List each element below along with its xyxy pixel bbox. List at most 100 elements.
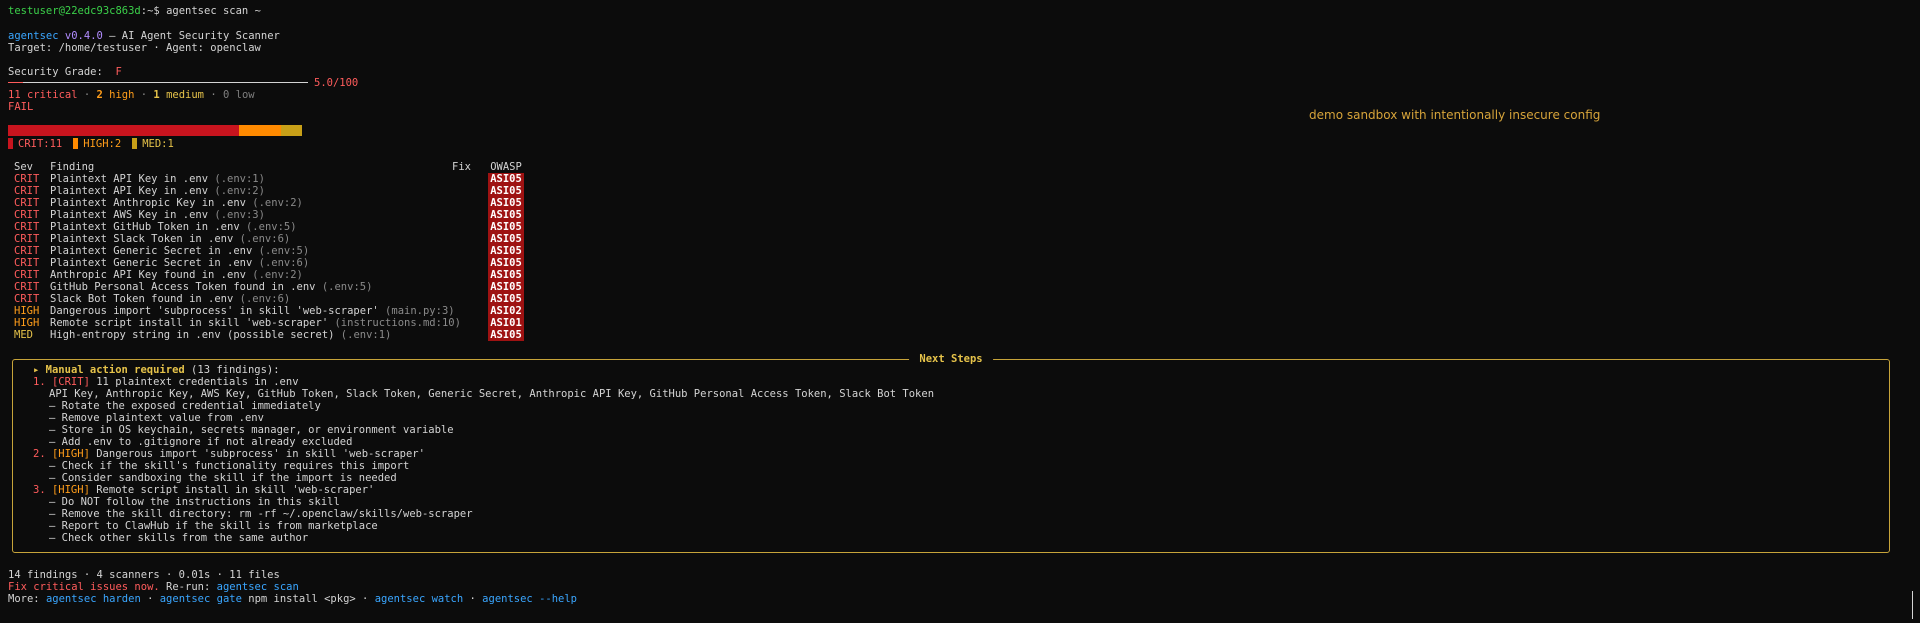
owasp-badge: ASI05	[488, 245, 524, 257]
owasp-badge: ASI01	[488, 317, 524, 329]
step-severity-tag: [HIGH]	[51, 484, 90, 496]
cmd-help-flag: --help	[532, 593, 578, 605]
next-steps-panel: Next Steps ▸ Manual action required (13 …	[12, 353, 1890, 553]
finding-title: Plaintext Generic Secret in .env (.env:5…	[50, 245, 309, 257]
severity-counts: 11 critical · 2 high · 1 medium · 0 low	[8, 89, 255, 101]
step-heading: 1. [CRIT] 11 plaintext credentials in .e…	[33, 376, 934, 388]
finding-location: (main.py:3)	[378, 305, 455, 317]
owasp-badge: ASI05	[488, 185, 524, 197]
severity-legend: CRIT:11 HIGH:2 MED:1	[8, 138, 185, 150]
finding-severity: CRIT	[14, 233, 40, 245]
finding-title: Plaintext GitHub Token in .env (.env:5)	[50, 221, 297, 233]
finding-location: (.env:6)	[233, 233, 291, 245]
legend-swatch	[8, 138, 13, 149]
finding-text: Plaintext Slack Token in .env	[50, 233, 234, 245]
step-heading: 2. [HIGH] Dangerous import 'subprocess' …	[33, 448, 934, 460]
finding-severity: CRIT	[14, 197, 40, 209]
step-detail: – Remove the skill directory: rm -rf ~/.…	[49, 508, 473, 520]
cmd-harden: agentsec harden	[45, 593, 141, 605]
more-commands: More: agentsec harden · agentsec gate np…	[8, 593, 578, 605]
step-number: 2.	[33, 448, 52, 460]
count-high-label: high	[102, 89, 135, 101]
step-title: 11 plaintext credentials in .env	[89, 376, 299, 388]
prompt-command: agentsec scan ~	[166, 5, 261, 17]
finding-text: Plaintext Generic Secret in .env	[50, 257, 253, 269]
rerun-hint: Fix critical issues now. Re-run: agentse…	[8, 581, 299, 593]
step-title: Dangerous import 'subprocess' in skill '…	[89, 448, 425, 460]
step-number: 3.	[33, 484, 52, 496]
scanner-title: agentsec v0.4.0 — AI Agent Security Scan…	[8, 30, 280, 42]
owasp-badge: ASI05	[488, 257, 524, 269]
owasp-badge: ASI02	[488, 305, 524, 317]
owasp-badge: ASI05	[488, 293, 524, 305]
tool-version: v0.4.0	[64, 30, 103, 42]
step-heading: 3. [HIGH] Remote script install in skill…	[33, 484, 934, 496]
finding-severity: CRIT	[14, 269, 40, 281]
finding-text: Dangerous import 'subprocess' in skill '…	[50, 305, 379, 317]
step-title: Remote script install in skill 'web-scra…	[89, 484, 375, 496]
finding-location: (.env:3)	[208, 209, 265, 221]
finding-title: Slack Bot Token found in .env (.env:6)	[50, 293, 290, 305]
finding-location: (.env:5)	[239, 221, 297, 233]
finding-location: (.env:2)	[245, 269, 303, 281]
grade-label: Security Grade:	[8, 66, 116, 78]
demo-annotation: demo sandbox with intentionally insecure…	[1309, 108, 1601, 122]
step-detail: API Key, Anthropic Key, AWS Key, GitHub …	[49, 388, 935, 400]
finding-location: (.env:2)	[245, 197, 303, 209]
finding-location: (.env:6)	[233, 293, 291, 305]
finding-text: Plaintext Generic Secret in .env	[50, 245, 253, 257]
finding-severity: MED	[14, 329, 33, 341]
step-detail: – Store in OS keychain, secrets manager,…	[49, 424, 454, 436]
manual-count: (13 findings):	[184, 364, 280, 376]
target-line: Target: /home/testuser · Agent: openclaw	[8, 42, 261, 54]
finding-severity: CRIT	[14, 293, 40, 305]
finding-severity: CRIT	[14, 257, 40, 269]
finding-location: (.env:1)	[334, 329, 392, 341]
step-detail: – Add .env to .gitignore if not already …	[49, 436, 353, 448]
cmd-watch: agentsec watch	[374, 593, 464, 605]
header-fix: Fix	[452, 161, 471, 173]
step-severity-tag: [CRIT]	[51, 376, 90, 388]
finding-text: GitHub Personal Access Token found in .e…	[50, 281, 316, 293]
step-severity-tag: [HIGH]	[51, 448, 90, 460]
finding-text: Plaintext API Key in .env	[50, 185, 209, 197]
step-detail: – Remove plaintext value from .env	[49, 412, 264, 424]
finding-severity: CRIT	[14, 281, 40, 293]
owasp-badge: ASI05	[488, 269, 524, 281]
finding-text: Plaintext GitHub Token in .env	[50, 221, 240, 233]
finding-location: (.env:1)	[208, 173, 265, 185]
finding-text: Plaintext AWS Key in .env	[50, 209, 209, 221]
step-detail: – Rotate the exposed credential immediat…	[49, 400, 321, 412]
legend-label: CRIT:11	[18, 138, 63, 150]
owasp-badge: ASI05	[488, 173, 524, 185]
finding-text: Plaintext Anthropic Key in .env	[50, 197, 246, 209]
finding-location: (.env:5)	[315, 281, 373, 293]
finding-title: Anthropic API Key found in .env (.env:2)	[50, 269, 303, 281]
finding-location: (instructions.md:10)	[328, 317, 461, 329]
prompt-path: :~$	[140, 5, 167, 17]
step-detail: – Report to ClawHub if the skill is from…	[49, 520, 378, 532]
finding-title: Plaintext Anthropic Key in .env (.env:2)	[50, 197, 303, 209]
finding-title: Remote script install in skill 'web-scra…	[50, 317, 461, 329]
legend-label: MED:1	[142, 138, 174, 150]
severity-distribution-bar	[8, 125, 302, 136]
finding-title: High-entropy string in .env (possible se…	[50, 329, 391, 341]
status-fail: FAIL	[8, 101, 34, 113]
finding-severity: CRIT	[14, 221, 40, 233]
finding-text: Anthropic API Key found in .env	[50, 269, 246, 281]
finding-title: Plaintext API Key in .env (.env:1)	[50, 173, 265, 185]
fix-critical-text: Fix critical issues now.	[8, 581, 160, 593]
owasp-badge: ASI05	[488, 281, 524, 293]
severity-bar-segment	[281, 125, 302, 136]
count-medium-label: medium	[159, 89, 205, 101]
finding-text: Slack Bot Token found in .env	[50, 293, 234, 305]
header-sev: Sev	[14, 161, 33, 173]
step-number: 1.	[33, 376, 52, 388]
finding-location: (.env:5)	[252, 245, 310, 257]
finding-severity: HIGH	[14, 305, 40, 317]
count-low: 0 low	[222, 89, 255, 101]
steps-list: 1. [CRIT] 11 plaintext credentials in .e…	[33, 376, 934, 544]
finding-severity: CRIT	[14, 185, 40, 197]
header-finding: Finding	[50, 161, 95, 173]
finding-text: Plaintext API Key in .env	[50, 173, 209, 185]
